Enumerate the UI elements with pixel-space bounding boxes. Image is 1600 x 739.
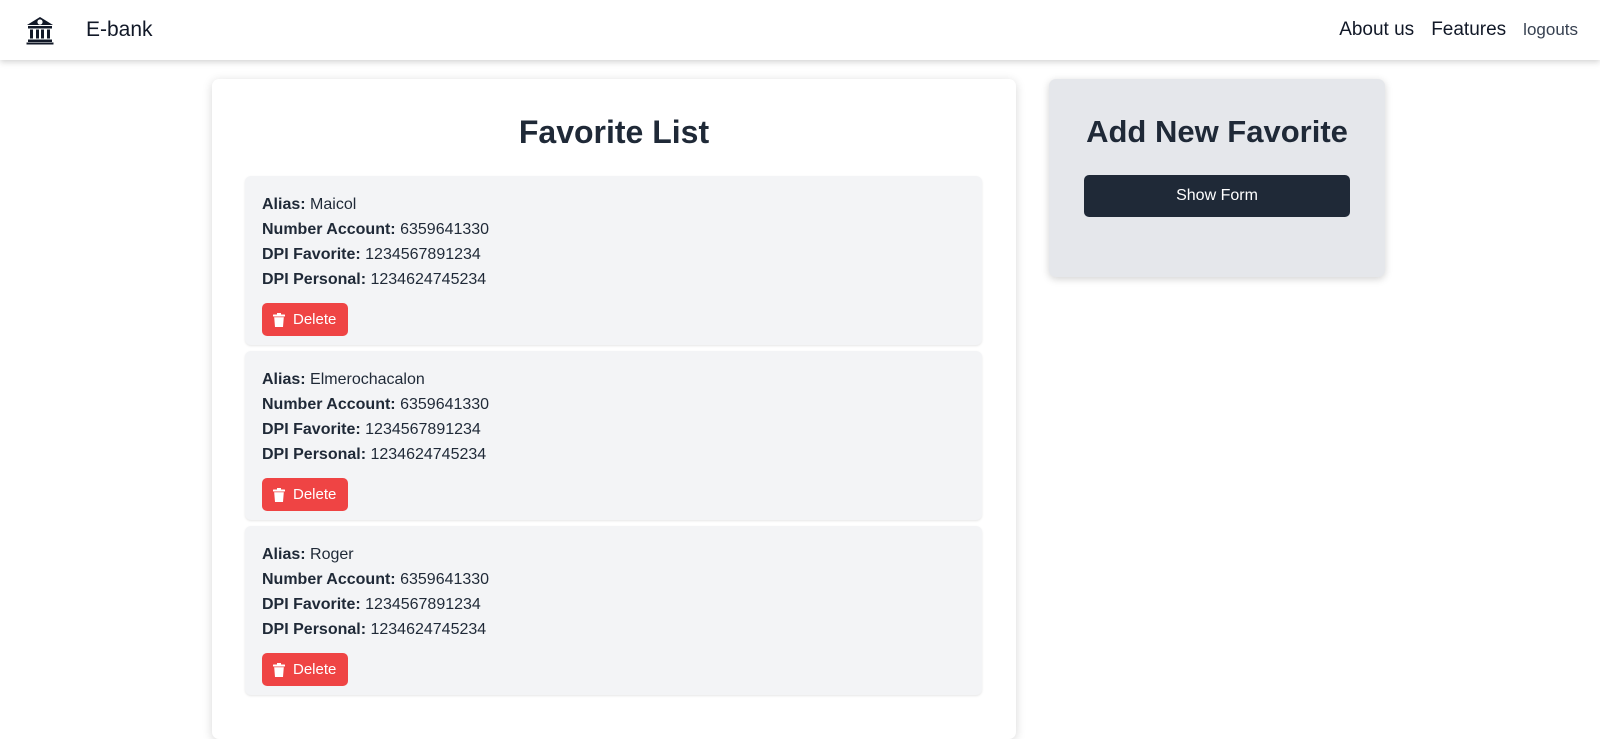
brand-name[interactable]: E-bank — [86, 18, 153, 42]
alias-line: Alias: Roger — [262, 545, 354, 565]
favorite-item: Alias: Elmerochacalon Number Account: 63… — [245, 351, 982, 520]
alias-line: Alias: Maicol — [262, 195, 356, 215]
dpi-favorite-value: 1234567891234 — [365, 596, 481, 613]
brand[interactable]: E-bank — [0, 0, 153, 60]
dpi-favorite-line: DPI Favorite: 1234567891234 — [262, 595, 481, 615]
alias-value: Elmerochacalon — [310, 371, 425, 388]
show-form-button[interactable]: Show Form — [1084, 175, 1350, 217]
favorite-list-card: Favorite List Alias: Maicol Number Accou… — [212, 79, 1016, 739]
nav-link-features[interactable]: Features — [1431, 19, 1506, 41]
delete-label: Delete — [293, 661, 337, 678]
delete-button[interactable]: Delete — [262, 653, 348, 686]
nav-link-about-us[interactable]: About us — [1339, 19, 1414, 41]
dpi-personal-line: DPI Personal: 1234624745234 — [262, 445, 486, 465]
account-value: 6359641330 — [400, 571, 490, 588]
delete-button[interactable]: Delete — [262, 478, 348, 511]
account-line: Number Account: 6359641330 — [262, 570, 489, 590]
dpi-personal-line: DPI Personal: 1234624745234 — [262, 620, 486, 640]
dpi-favorite-label: DPI Favorite: — [262, 246, 361, 263]
dpi-personal-label: DPI Personal: — [262, 446, 367, 463]
account-label: Number Account: — [262, 221, 396, 238]
account-value: 6359641330 — [400, 396, 490, 413]
favorite-list-title: Favorite List — [518, 114, 710, 150]
add-favorite-card: Add New Favorite Show Form — [1049, 79, 1385, 277]
trash-icon — [273, 487, 285, 502]
alias-label: Alias: — [262, 371, 306, 388]
dpi-favorite-line: DPI Favorite: 1234567891234 — [262, 420, 481, 440]
dpi-personal-value: 1234624745234 — [370, 446, 487, 463]
delete-label: Delete — [293, 486, 337, 503]
account-line: Number Account: 6359641330 — [262, 395, 489, 415]
add-favorite-title: Add New Favorite — [1086, 114, 1348, 149]
dpi-favorite-value: 1234567891234 — [365, 421, 481, 438]
dpi-favorite-value: 1234567891234 — [365, 246, 481, 263]
alias-value: Maicol — [310, 196, 357, 213]
dpi-personal-line: DPI Personal: 1234624745234 — [262, 270, 486, 290]
dpi-personal-value: 1234624745234 — [370, 271, 487, 288]
dpi-favorite-label: DPI Favorite: — [262, 596, 361, 613]
alias-label: Alias: — [262, 196, 306, 213]
dpi-personal-value: 1234624745234 — [370, 621, 487, 638]
delete-label: Delete — [293, 311, 337, 328]
trash-icon — [273, 312, 285, 327]
navbar: E-bank About us Features logouts — [0, 0, 1600, 60]
nav-links: About us Features logouts — [1322, 19, 1578, 41]
alias-value: Roger — [310, 546, 354, 563]
dpi-favorite-label: DPI Favorite: — [262, 421, 361, 438]
favorite-item: Alias: Maicol Number Account: 6359641330… — [245, 176, 982, 345]
bank-icon[interactable] — [24, 14, 56, 46]
trash-icon — [273, 662, 285, 677]
dpi-favorite-line: DPI Favorite: 1234567891234 — [262, 245, 481, 265]
delete-button[interactable]: Delete — [262, 303, 348, 336]
alias-line: Alias: Elmerochacalon — [262, 370, 425, 390]
dpi-personal-label: DPI Personal: — [262, 271, 367, 288]
alias-label: Alias: — [262, 546, 306, 563]
favorite-item: Alias: Roger Number Account: 6359641330 … — [245, 526, 982, 695]
account-label: Number Account: — [262, 571, 396, 588]
account-line: Number Account: 6359641330 — [262, 220, 489, 240]
account-label: Number Account: — [262, 396, 396, 413]
nav-link-logout[interactable]: logouts — [1523, 20, 1578, 40]
account-value: 6359641330 — [400, 221, 490, 238]
dpi-personal-label: DPI Personal: — [262, 621, 367, 638]
